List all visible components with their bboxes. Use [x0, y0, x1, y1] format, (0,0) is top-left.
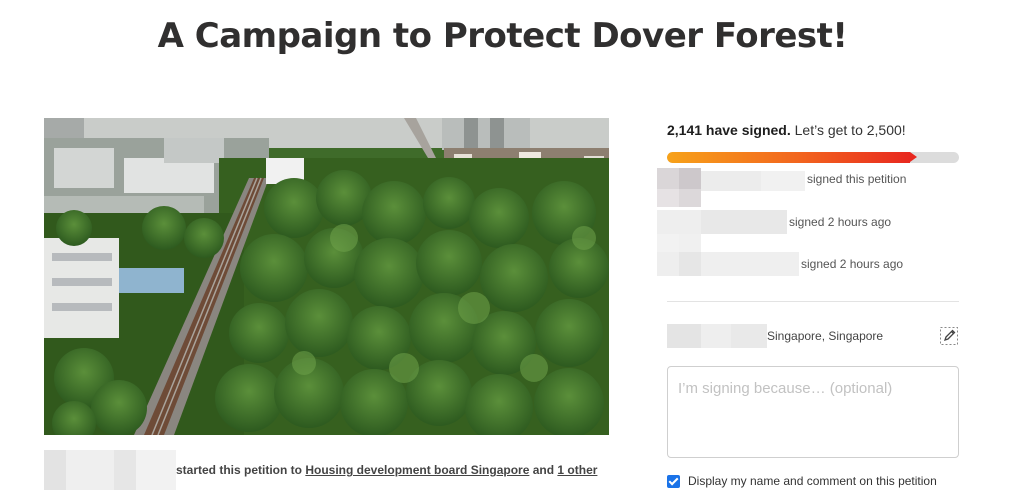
- starter-and: and: [532, 463, 555, 477]
- starter-text: started this petition to: [176, 463, 302, 477]
- signer-2-status: signed 2 hours ago: [789, 215, 892, 229]
- signer-3-status: signed 2 hours ago: [801, 257, 904, 271]
- signing-reason-input[interactable]: [667, 366, 959, 458]
- progress-bar-tip: [910, 152, 917, 162]
- petition-photo: [44, 118, 609, 435]
- recent-signer-2: signed 2 hours ago: [657, 210, 891, 234]
- signer-location: Singapore, Singapore: [767, 329, 884, 343]
- other-targets-link[interactable]: 1 other: [557, 463, 597, 477]
- page-title: A Campaign to Protect Dover Forest!: [157, 16, 848, 56]
- starter-blurred-name: [44, 450, 176, 490]
- signer-1-status: signed this petition: [807, 172, 907, 186]
- display-name-checkbox[interactable]: [667, 474, 680, 488]
- display-name-label: Display my name and comment on this peti…: [688, 474, 937, 488]
- signer-location-row: Singapore, Singapore: [667, 320, 959, 352]
- recent-signer-3: signed 2 hours ago: [657, 252, 903, 276]
- target-link-hdb[interactable]: Housing development board Singapore: [305, 463, 529, 477]
- signer-2-blurred-name: [657, 210, 787, 234]
- signer-1-blurred-name: [701, 167, 805, 191]
- petition-starter-line: started this petition to Housing develop…: [44, 448, 624, 492]
- edit-pencil-icon[interactable]: [939, 326, 959, 346]
- signer-1-blur-lower: [657, 189, 701, 207]
- progress-bar-fill: [667, 152, 910, 163]
- divider: [667, 301, 959, 302]
- signer-3-blurred-name: [657, 252, 799, 276]
- signed-count: 2,141 have signed.: [667, 122, 791, 138]
- signature-progress-text: 2,141 have signed. Let’s get to 2,500!: [667, 122, 906, 138]
- signer-1-blurred-avatar: [657, 168, 701, 190]
- goal-text: Let’s get to 2,500!: [794, 122, 906, 138]
- signature-progress-bar: [667, 152, 959, 163]
- signer-blurred-name: [667, 324, 767, 348]
- recent-signer-1: signed this petition: [657, 167, 906, 191]
- display-name-option[interactable]: Display my name and comment on this peti…: [667, 474, 937, 488]
